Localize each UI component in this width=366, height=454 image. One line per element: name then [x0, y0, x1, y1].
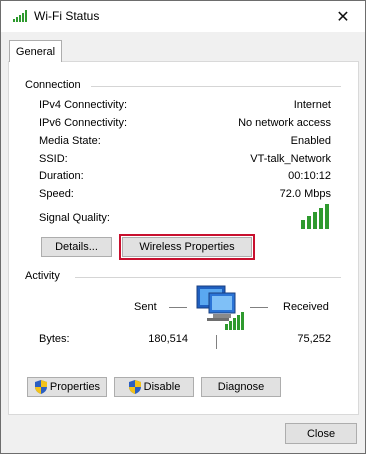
window-title: Wi-Fi Status	[34, 9, 100, 23]
ipv6-label: IPv6 Connectivity:	[39, 117, 128, 129]
general-panel: Connection IPv4 Connectivity: Internet I…	[8, 61, 359, 415]
diagnose-button[interactable]: Diagnose	[201, 377, 281, 397]
wireless-properties-button[interactable]: Wireless Properties	[119, 234, 255, 260]
properties-button-label: Properties	[49, 381, 101, 393]
details-button[interactable]: Details...	[41, 237, 112, 257]
close-button[interactable]: Close	[285, 423, 357, 444]
disable-button-label: Disable	[143, 381, 181, 393]
duration-label: Duration:	[39, 170, 84, 182]
disable-button[interactable]: Disable	[114, 377, 194, 397]
ssid-label: SSID:	[39, 153, 68, 165]
speed-label: Speed:	[39, 188, 74, 200]
ipv4-value: Internet	[293, 99, 331, 111]
divider	[75, 277, 341, 278]
sent-line	[169, 307, 187, 308]
wifi-status-window: Wi-Fi Status ✕ General Connection IPv4 C…	[0, 0, 366, 454]
received-line	[250, 307, 268, 308]
signal-quality-label: Signal Quality:	[39, 212, 110, 224]
wifi-signal-icon	[13, 10, 29, 22]
bytes-received-value: 75,252	[297, 333, 331, 345]
properties-button[interactable]: Properties	[27, 377, 107, 397]
uac-shield-icon	[128, 380, 142, 394]
close-icon[interactable]: ✕	[321, 1, 365, 32]
uac-shield-icon	[34, 380, 48, 394]
sent-label: Sent	[134, 301, 157, 313]
bytes-sent-value: 180,514	[148, 333, 188, 345]
signal-bars-icon	[301, 203, 331, 229]
network-computer-icon	[195, 284, 245, 332]
media-state-value: Enabled	[290, 135, 331, 147]
ipv6-value: No network access	[238, 117, 331, 129]
received-label: Received	[283, 301, 329, 313]
speed-value: 72.0 Mbps	[279, 188, 331, 200]
title-bar: Wi-Fi Status ✕	[1, 1, 365, 32]
activity-heading: Activity	[25, 270, 64, 282]
ssid-value: VT-talk_Network	[250, 153, 331, 165]
connection-heading: Connection	[25, 79, 85, 91]
divider	[91, 86, 341, 87]
divider	[216, 335, 217, 349]
duration-value: 00:10:12	[288, 170, 331, 182]
media-state-label: Media State:	[39, 135, 101, 147]
bytes-label: Bytes:	[39, 333, 70, 345]
ipv4-label: IPv4 Connectivity:	[39, 99, 128, 111]
tab-general[interactable]: General	[9, 40, 62, 62]
